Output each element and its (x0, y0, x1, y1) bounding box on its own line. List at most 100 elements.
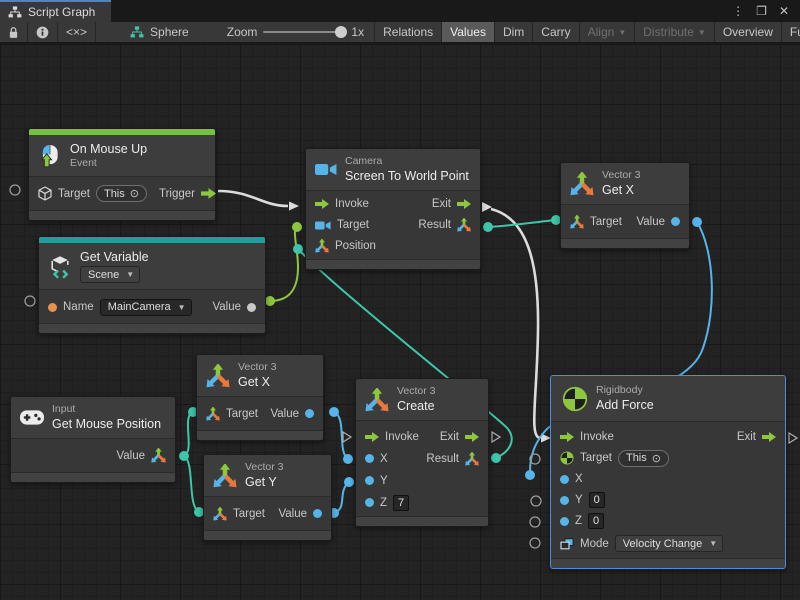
z-value-field[interactable]: 7 (393, 495, 409, 511)
dim-button[interactable]: Dim (495, 22, 533, 42)
port-label-target: Target (226, 408, 258, 420)
port-label-target: Target (233, 508, 265, 520)
chevron-down-icon: ▼ (698, 28, 706, 37)
node-get-variable[interactable]: Get Variable Scene ▼ Name MainCamera ▼ V… (38, 236, 266, 334)
port-y-in[interactable] (560, 496, 569, 505)
relations-button[interactable]: Relations (375, 22, 442, 42)
node-add-force[interactable]: Rigidbody Add Force Invoke Exit Target T… (550, 375, 786, 569)
flow-arrow-icon[interactable] (201, 188, 216, 199)
target-this-chip[interactable]: This ⊙ (96, 185, 147, 202)
values-button[interactable]: Values (442, 22, 495, 42)
code-icon: <×> (66, 25, 87, 39)
flow-arrow-icon[interactable] (315, 199, 329, 209)
vector3-icon[interactable] (315, 239, 329, 253)
vector3-icon[interactable] (465, 452, 479, 466)
vector3-icon[interactable] (151, 448, 166, 463)
port-z-in[interactable] (560, 517, 569, 526)
maximize-icon[interactable]: ❐ (751, 4, 772, 18)
vector3-icon (365, 388, 389, 412)
close-icon[interactable]: ✕ (774, 4, 794, 18)
node-footer (39, 323, 265, 333)
zoom-slider-knob[interactable] (335, 26, 347, 38)
graph-name: Sphere (150, 25, 189, 39)
node-get-mouse-position[interactable]: Input Get Mouse Position Value (10, 396, 176, 483)
target-this-chip[interactable]: This ⊙ (618, 450, 669, 467)
flow-arrow-icon[interactable] (365, 432, 379, 442)
rigidbody-icon[interactable] (560, 451, 574, 465)
port-name-in[interactable] (48, 303, 57, 312)
port-z-in[interactable] (365, 498, 374, 507)
zoom-control: Zoom 1x (217, 22, 374, 42)
window-controls: ⋮ ❐ ✕ (727, 0, 800, 22)
node-screen-to-world-point[interactable]: Camera Screen To World Point Invoke Exit… (305, 148, 481, 270)
port-x-in[interactable] (365, 454, 374, 463)
node-category: Vector 3 (602, 170, 641, 182)
distribute-dropdown[interactable]: Distribute▼ (635, 22, 715, 42)
port-row: Target This ⊙ Trigger (29, 180, 215, 208)
edit-graph-button[interactable]: <×> (58, 22, 96, 42)
node-category: Vector 3 (245, 462, 284, 474)
mode-dropdown[interactable]: Velocity Change ▼ (615, 535, 723, 552)
port-x-in[interactable] (560, 475, 569, 484)
chevron-down-icon: ▼ (126, 270, 134, 279)
port-row: Target Value (204, 500, 331, 528)
node-get-x-top[interactable]: Vector 3 Get X Target Value (560, 162, 690, 249)
port-label-y: Y (575, 494, 583, 506)
fullscreen-button[interactable]: Full Screen (782, 22, 800, 42)
vector3-icon[interactable] (206, 407, 220, 421)
align-dropdown[interactable]: Align▼ (580, 22, 636, 42)
vector3-icon[interactable] (570, 215, 584, 229)
port-row: Mode Velocity Change ▼ (551, 532, 785, 556)
y-value-field[interactable]: 0 (589, 492, 605, 508)
node-footer (29, 210, 215, 220)
zoom-slider[interactable] (263, 31, 345, 33)
port-value-out[interactable] (313, 509, 322, 518)
object-picker-icon[interactable]: ⊙ (652, 452, 661, 465)
flow-arrow-icon[interactable] (465, 432, 479, 442)
window-menu-icon[interactable]: ⋮ (727, 4, 749, 18)
overview-button[interactable]: Overview (715, 22, 782, 42)
variable-name-dropdown[interactable]: MainCamera ▼ (100, 299, 192, 316)
port-row: Name MainCamera ▼ Value (39, 293, 265, 321)
inspect-button[interactable] (28, 22, 58, 42)
node-get-y[interactable]: Vector 3 Get Y Target Value (203, 454, 332, 541)
port-label-name: Name (63, 301, 94, 313)
object-picker-icon[interactable]: ⊙ (130, 187, 139, 200)
node-footer (551, 558, 785, 568)
node-vector3-create[interactable]: Vector 3 Create Invoke Exit X Result (355, 378, 489, 527)
port-value-out[interactable] (671, 217, 680, 226)
tab-bar: Script Graph ⋮ ❐ ✕ (0, 0, 800, 22)
graph-toolbar: <×> Sphere Zoom 1x Relations Values Dim … (0, 22, 800, 43)
flow-arrow-icon[interactable] (762, 432, 776, 442)
port-y-in[interactable] (365, 476, 374, 485)
node-footer (356, 516, 488, 526)
variable-scope-dropdown[interactable]: Scene ▼ (80, 266, 140, 283)
node-get-x-mid[interactable]: Vector 3 Get X Target Value (196, 354, 324, 441)
flow-arrow-icon[interactable] (560, 432, 574, 442)
port-label-value: Value (212, 301, 241, 313)
lock-button[interactable] (0, 22, 28, 42)
port-label-invoke: Invoke (335, 198, 369, 210)
z-value-field[interactable]: 0 (588, 513, 604, 529)
enum-icon[interactable] (560, 538, 574, 550)
port-row: Value (11, 442, 175, 470)
node-on-mouse-up[interactable]: On Mouse Up Event Target This ⊙ Trigger (28, 128, 216, 221)
port-label-invoke: Invoke (385, 431, 419, 443)
vector3-icon[interactable] (213, 507, 227, 521)
carry-button[interactable]: Carry (533, 22, 579, 42)
node-title: Get X (238, 375, 277, 390)
flow-arrow-icon[interactable] (457, 199, 471, 209)
port-label-z: Z (575, 515, 582, 527)
port-value-out[interactable] (305, 409, 314, 418)
node-category: Camera (345, 156, 469, 168)
camera-icon (315, 162, 337, 177)
graph-reference[interactable]: Sphere (120, 22, 199, 42)
gamepad-icon (20, 410, 44, 425)
tab-script-graph[interactable]: Script Graph (0, 0, 111, 22)
vector3-icon[interactable] (457, 218, 471, 232)
camera-icon[interactable] (315, 220, 331, 231)
port-label-exit: Exit (440, 431, 459, 443)
script-graph-icon (8, 6, 22, 18)
node-footer (306, 259, 480, 269)
port-value-out[interactable] (247, 303, 256, 312)
